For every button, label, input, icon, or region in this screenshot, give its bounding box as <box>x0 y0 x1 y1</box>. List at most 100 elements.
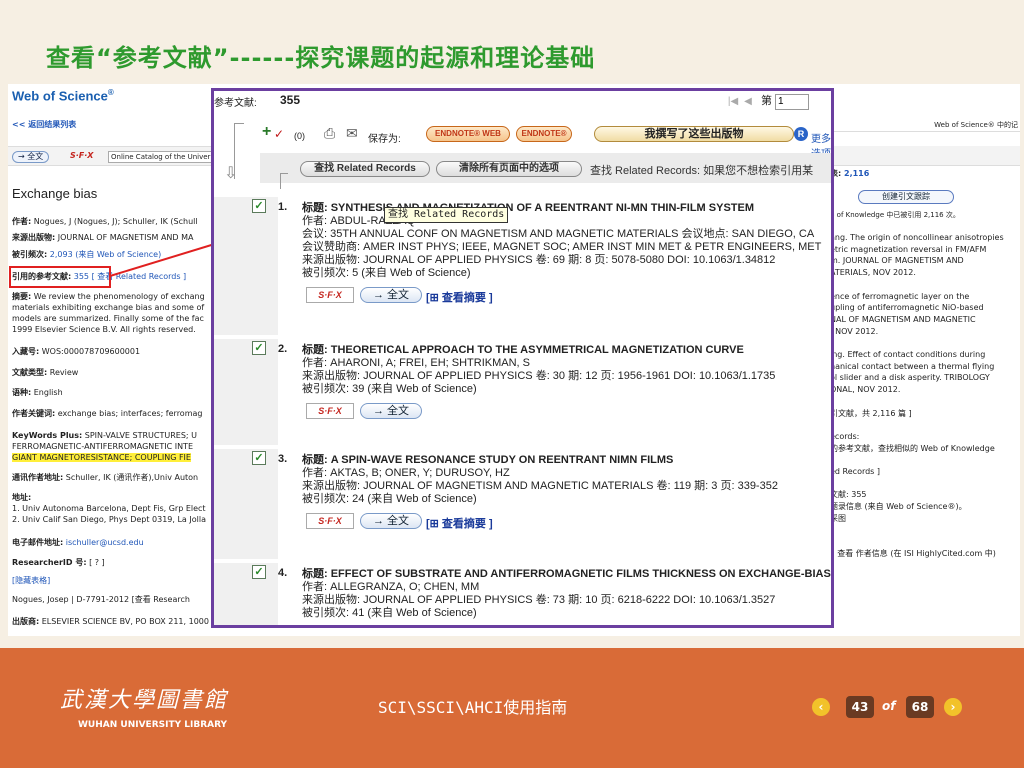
record-field-label: 通讯作者地址: <box>12 473 64 482</box>
view-abstract-link[interactable]: [⊞ 查看摘要 ] <box>426 289 493 305</box>
reference-record: ✓ 2. 标题: THEORETICAL APPROACH TO THE ASYMM… <box>214 339 831 445</box>
references-count: 355 <box>280 93 301 107</box>
record-field: 地址: <box>12 492 220 503</box>
record-field: 1. Univ Autonoma Barcelona, Dept Fis, Gr… <box>12 503 220 514</box>
prev-slide-icon[interactable]: ‹ <box>812 698 830 716</box>
record-field-value: Schuller, IK (通讯作者),Univ Auton <box>65 473 199 482</box>
record-cited: 被引频次: 39 (来自 Web of Science) <box>302 383 477 395</box>
catalog-select[interactable]: Online Catalog of the Univer <box>108 151 220 163</box>
record-field-value: 1999 Elsevier Science B.V. All rights re… <box>12 325 196 334</box>
sidebar-line: NAL OF MAGNETISM AND MAGNETIC <box>830 314 976 324</box>
endnote-web-button[interactable]: ENDNOTE® WEB <box>426 126 510 142</box>
record-checkbox[interactable]: ✓ <box>252 199 266 213</box>
sidebar-line: ang. The origin of noncollinear anisotro… <box>830 233 1004 242</box>
current-slide: 43 <box>846 696 874 718</box>
record-field: KeyWords Plus: SPIN-VALVE STRUCTURES; U <box>12 430 220 441</box>
record-field-label: 作者: <box>12 217 32 226</box>
clear-selections-button[interactable]: 清除所有页面中的选项 <box>436 161 582 177</box>
marked-count: (0) <box>294 131 305 141</box>
page-label: 第 <box>760 95 772 107</box>
record-field-value: 2,093 (来自 Web of Science) <box>49 250 162 259</box>
record-field-value: FERROMAGNETIC-ANTIFERROMAGNETIC INTE <box>12 442 193 451</box>
researcherid-icon[interactable]: R <box>794 127 808 141</box>
page-input[interactable] <box>775 93 809 110</box>
sidebar-line: upling of antiferromagnetic NiO-based <box>830 303 984 313</box>
sfx-button[interactable]: S·F·X <box>306 627 354 628</box>
record-field-label: 来源出版物: <box>12 233 56 242</box>
record-checkbox[interactable]: ✓ <box>252 341 266 355</box>
sfx-button[interactable]: S·F·X <box>306 287 354 303</box>
record-field-value: [ ? ] <box>89 558 105 567</box>
record-field: 文献类型: Review <box>12 367 220 378</box>
cited-by-line: 表: 2,116 <box>830 169 870 178</box>
back-to-results-link[interactable]: << 返回结果列表 <box>12 119 76 130</box>
print-icon[interactable]: ⎙ <box>324 125 335 142</box>
fulltext-button[interactable]: → 全文 <box>12 151 50 163</box>
sfx-button[interactable]: S·F·X <box>306 513 354 529</box>
record-field-label: 电子邮件地址: <box>12 538 64 547</box>
marked-list-icon[interactable]: ✓ <box>274 127 284 141</box>
sidebar-line: ol slider and a disk asperity. TRIBOLOGY <box>830 373 990 383</box>
record-checkbox[interactable]: ✓ <box>252 451 266 465</box>
wos-record-panel: Web of Science® << 返回结果列表 → 全文 S·F·X Onl… <box>8 84 224 636</box>
sidebar-line: etric magnetization reversal in FM/AFM <box>830 244 987 254</box>
wos-toolbar: → 全文 S·F·X Online Catalog of the Univer <box>8 146 220 166</box>
record-field: 1999 Elsevier Science B.V. All rights re… <box>12 324 220 335</box>
record-field-value: models are summarized. Finally some of t… <box>12 314 204 323</box>
record-field-value: WOS:000078709600001 <box>41 347 141 356</box>
sidebar-line: ONAL, NOV 2012. <box>830 385 901 395</box>
prev-page-icon[interactable]: ◀ <box>744 96 752 107</box>
record-field-label: ResearcherID 号: <box>12 558 87 567</box>
view-abstract-link[interactable]: [⊞ 查看摘要 ] <box>426 515 493 531</box>
record-field-label: 作者关键词: <box>12 409 56 418</box>
save-as-label: 保存为: <box>368 134 401 145</box>
sidebar-line: 引文献，共 2,116 篇 ] <box>830 408 912 418</box>
record-field-label: 被引频次: <box>12 250 48 259</box>
my-publications-button[interactable]: 我撰写了这些出版物 <box>594 126 794 142</box>
related-records-bar: 查找 Related Records 清除所有页面中的选项 查找 Related… <box>260 153 831 183</box>
find-related-button[interactable]: 查找 Related Records <box>300 161 430 177</box>
down-arrow-icon: ⇩ <box>224 165 238 182</box>
record-field-label: KeyWords Plus: <box>12 431 83 440</box>
record-field-label: 摘要: <box>12 292 32 301</box>
record-field-value: GIANT MAGNETORESISTANCE; COUPLING FIE <box>12 453 191 462</box>
divider-small <box>280 173 288 189</box>
sidebar-line: 采图 <box>830 513 846 523</box>
create-citation-alert-button[interactable]: 创建引文跟踪 <box>858 190 954 204</box>
record-field-value: 1. Univ Autonoma Barcelona, Dept Fis, Gr… <box>12 504 206 513</box>
record-field: ResearcherID 号: [ ? ] <box>12 557 220 568</box>
references-popup: 参考文献: 355 |◀ ◀ 第 ⇩ + ✓ (0) ⎙ ✉ 保存为: ENDNO… <box>211 88 834 628</box>
record-field: FERROMAGNETIC-ANTIFERROMAGNETIC INTE <box>12 441 220 452</box>
sfx-button[interactable]: S·F·X <box>70 151 93 160</box>
record-number: 2. <box>278 343 288 355</box>
record-number: 3. <box>278 453 288 465</box>
reference-record: ✓ 3. 标题: A SPIN-WAVE RESONANCE STUDY ON RE… <box>214 449 831 559</box>
record-field-label: 地址: <box>12 493 32 502</box>
record-field-label: 出版商: <box>12 617 40 626</box>
email-icon[interactable]: ✉ <box>346 125 358 142</box>
endnote-button[interactable]: ENDNOTE® <box>516 126 572 142</box>
sidebar-line: ed Records ] <box>830 467 881 476</box>
sidebar-line: • 查看 作者信息 (在 ISI HighlyCited.com 中) <box>830 548 996 558</box>
fulltext-button[interactable]: → 全文 <box>360 513 422 529</box>
fulltext-button[interactable]: → 全文 <box>360 287 422 303</box>
of-label: of <box>882 699 896 713</box>
first-page-icon[interactable]: |◀ <box>728 96 738 107</box>
record-field: 入藏号: WOS:000078709600001 <box>12 346 220 357</box>
record-field: Nogues, Josep | D-7791-2012 [查看 Research <box>12 594 220 605</box>
record-title: Exchange bias <box>12 186 98 201</box>
record-checkbox[interactable]: ✓ <box>252 565 266 579</box>
record-field-value: We review the phenomenology of exchang <box>33 292 205 301</box>
record-field-value: English <box>33 388 63 397</box>
sidebar-line: ATERIALS, NOV 2012. <box>830 268 916 278</box>
sidebar-header: Web of Science® 中的记 <box>828 118 1020 132</box>
record-field-value: 2. Univ Calif San Diego, Phys Dept 0319,… <box>12 515 206 524</box>
fulltext-button[interactable]: → 全文 <box>360 627 422 628</box>
add-to-list-icon[interactable]: + <box>262 123 271 141</box>
fulltext-button[interactable]: → 全文 <box>360 403 422 419</box>
record-field-value: Review <box>49 368 79 377</box>
sfx-button[interactable]: S·F·X <box>306 403 354 419</box>
next-slide-icon[interactable]: › <box>944 698 962 716</box>
record-field: 电子邮件地址: ischuller@ucsd.edu <box>12 537 220 548</box>
sidebar-line: m. JOURNAL OF MAGNETISM AND <box>830 256 964 266</box>
